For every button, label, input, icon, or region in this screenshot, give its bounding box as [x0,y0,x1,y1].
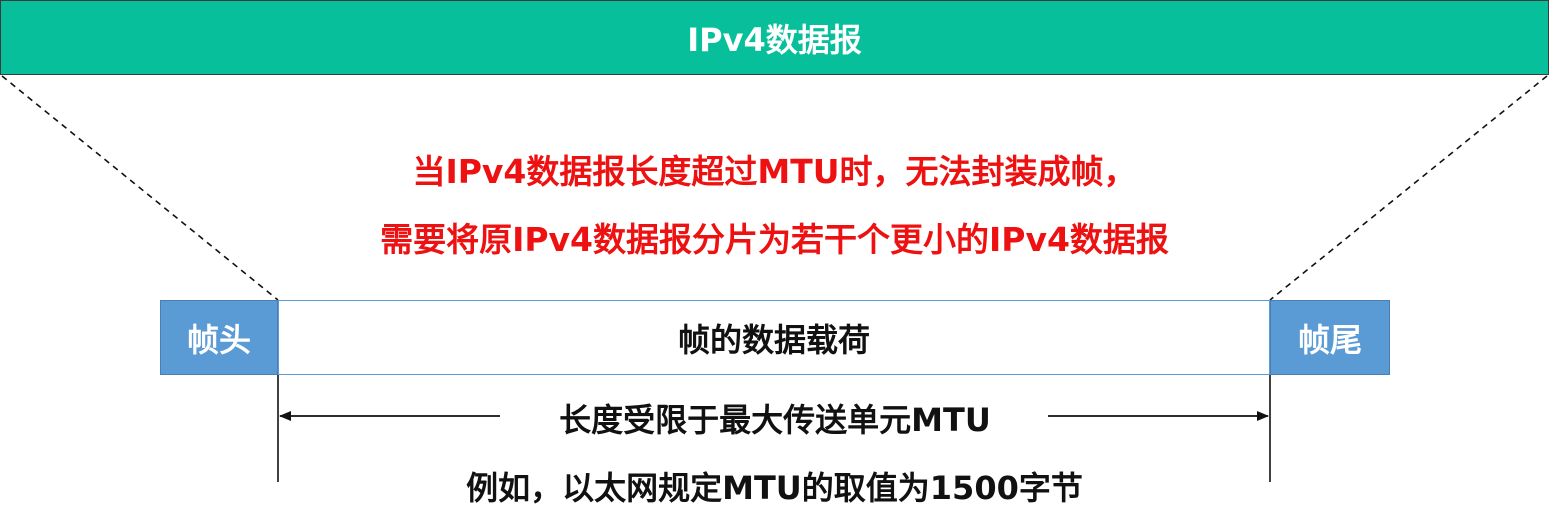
ipv4-datagram-label: IPv4数据报 [687,20,862,59]
mtu-limit-label: 长度受限于最大传送单元MTU [559,401,991,439]
frame-header-box: 帧头 [160,300,278,375]
fragmentation-warning-line-1: 当IPv4数据报长度超过MTU时，无法封装成帧， [412,152,1137,191]
mtu-example-label: 例如，以太网规定MTU的取值为1500字节 [466,469,1083,507]
diagram-canvas: IPv4数据报 当IPv4数据报长度超过MTU时，无法封装成帧， 需要将原IPv… [0,0,1549,515]
fragmentation-warning-line-2: 需要将原IPv4数据报分片为若干个更小的IPv4数据报 [380,220,1169,259]
frame-payload-box: 帧的数据载荷 [278,300,1270,375]
ipv4-datagram-bar: IPv4数据报 [0,0,1549,75]
frame-trailer-box: 帧尾 [1270,300,1390,375]
frame-trailer-label: 帧尾 [1297,320,1362,359]
frame-header-label: 帧头 [186,320,251,359]
frame-payload-label: 帧的数据载荷 [677,320,870,359]
